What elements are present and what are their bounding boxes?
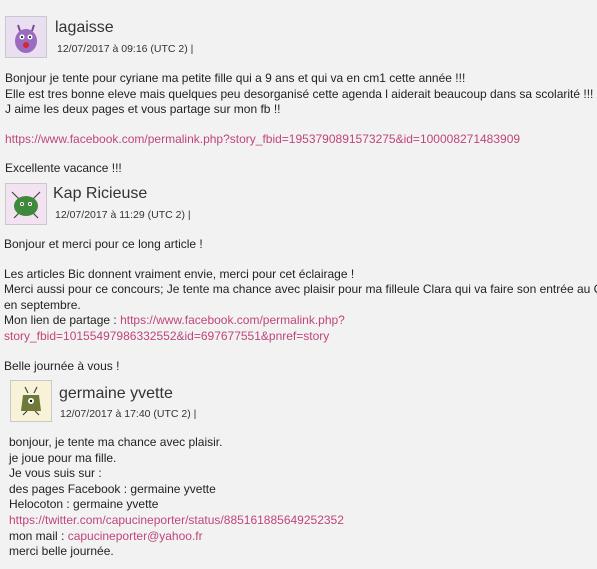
comment-text-line: Merci aussi pour ce concours; Je tente m… xyxy=(4,282,597,297)
twitter-link[interactable]: https://twitter.com/capucineporter/statu… xyxy=(9,513,597,529)
comment-text-line: je joue pour ma fille. xyxy=(9,450,117,465)
comment-author[interactable]: Kap Ricieuse xyxy=(53,185,147,203)
share-label: Mon lien de partage : xyxy=(4,313,121,328)
comment-text-line: Helocoton : germaine yvette xyxy=(9,497,159,512)
comment-author[interactable]: germaine yvette xyxy=(59,385,173,403)
comment-text-line: merci belle journée. xyxy=(9,544,114,559)
comment-lagaisse: lagaisse 12/07/2017 à 09:16 (UTC 2) | Bo… xyxy=(0,0,597,180)
comment-text-line: Je vous suis sur : xyxy=(9,466,102,481)
monster-olive-icon xyxy=(11,381,51,421)
comment-body: Bonjour je tente pour cyriane ma petite … xyxy=(5,71,597,191)
comment-body: bonjour, je tente ma chance avec plaisir… xyxy=(9,435,597,560)
comment-text-line: des pages Facebook : germaine yvette xyxy=(9,481,216,496)
comment-text-line: J aime les deux pages et vous partage su… xyxy=(5,102,281,117)
comment-text-line: Belle journée à vous ! xyxy=(4,358,120,373)
monster-purple-icon xyxy=(6,17,46,57)
comment-text-line: Bonjour et merci pour ce long article ! xyxy=(4,237,203,251)
comment-text-line: Elle est tres bonne eleve mais quelques … xyxy=(5,86,594,101)
share-link[interactable]: https://www.facebook.com/permalink.php?s… xyxy=(5,132,520,146)
comment-text-line: Excellente vacance !!! xyxy=(5,161,122,176)
comment-date[interactable]: 12/07/2017 à 09:16 (UTC 2) | xyxy=(57,43,193,55)
share-link-continued[interactable]: story_fbid=10155497986332552&id=69767755… xyxy=(4,329,597,345)
avatar-lagaisse[interactable] xyxy=(5,16,47,58)
comment-text-line: Les articles Bic donnent vraiment envie,… xyxy=(4,266,355,281)
monster-green-icon xyxy=(6,184,46,224)
comment-author[interactable]: lagaisse xyxy=(55,19,114,37)
share-link[interactable]: https://www.facebook.com/permalink.php? xyxy=(120,313,345,327)
avatar-germaine-yvette[interactable] xyxy=(10,380,52,422)
comment-date[interactable]: 12/07/2017 à 17:40 (UTC 2) | xyxy=(60,408,196,420)
comment-kap-ricieuse: Kap Ricieuse 12/07/2017 à 11:29 (UTC 2) … xyxy=(0,180,597,375)
comment-text-line: Bonjour je tente pour cyriane ma petite … xyxy=(5,71,466,85)
avatar-kap-ricieuse[interactable] xyxy=(5,183,47,225)
comment-body: Bonjour et merci pour ce long article ! … xyxy=(4,237,597,388)
mail-label: mon mail : xyxy=(9,528,68,543)
comment-date[interactable]: 12/07/2017 à 11:29 (UTC 2) | xyxy=(55,209,191,221)
comment-text-line: en septembre. xyxy=(4,297,81,312)
comment-text-line: bonjour, je tente ma chance avec plaisir… xyxy=(9,435,223,449)
mail-link[interactable]: capucineporter@yahoo.fr xyxy=(68,529,203,543)
comment-germaine-yvette: germaine yvette 12/07/2017 à 17:40 (UTC … xyxy=(0,375,597,569)
